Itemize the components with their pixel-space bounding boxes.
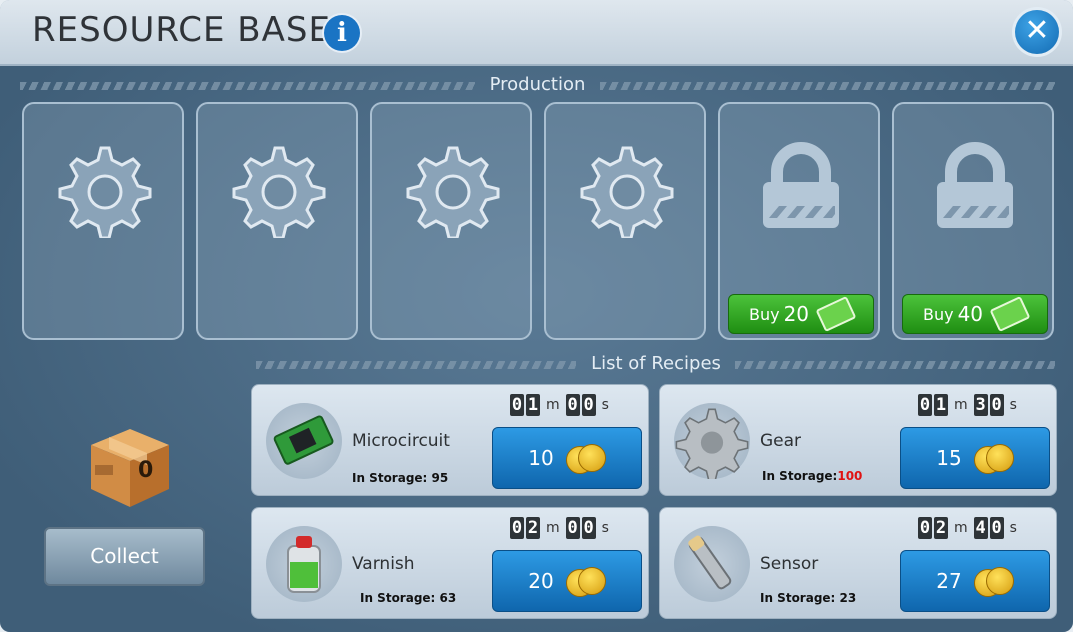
lock-icon [763, 142, 839, 228]
header-stripe [735, 361, 1055, 369]
recipe-name: Varnish [352, 554, 415, 574]
production-slot[interactable] [544, 102, 706, 340]
timer-digit: 0 [581, 394, 596, 416]
timer-unit: s [601, 520, 609, 536]
timer-unit: s [601, 397, 609, 413]
storage-label: In Storage: [360, 591, 436, 605]
locked-slot: Buy 40 [892, 102, 1054, 340]
production-label: Production [489, 74, 586, 95]
buy-slot-button[interactable]: Buy 40 [902, 294, 1048, 334]
timer-digit: 0 [510, 517, 524, 539]
price-value: 27 [936, 569, 962, 593]
timer-digit: 0 [510, 394, 524, 416]
gear-icon [674, 403, 750, 482]
recipe-card[interactable]: 0 1 m 3 0 s Gear In Storage:100 15 [659, 384, 1057, 496]
timer-digit: 0 [581, 517, 596, 539]
recipe-card[interactable]: 0 2 m 0 0 s Varnish In Storage: 63 20 [251, 507, 649, 619]
buy-slot-button[interactable]: Buy 20 [728, 294, 874, 334]
header-stripe [20, 82, 475, 90]
coins-icon [565, 444, 606, 474]
storage-value: 95 [431, 471, 449, 485]
window-title: RESOURCE BASE [32, 10, 331, 50]
cash-icon [815, 295, 857, 333]
locked-slot: Buy 20 [718, 102, 880, 340]
timer-digit: 0 [565, 394, 580, 416]
coins-icon [973, 567, 1014, 597]
buy-price: 20 [783, 302, 810, 326]
timer-unit: s [1009, 520, 1017, 536]
varnish-can-icon [266, 526, 342, 602]
price-value: 20 [528, 569, 554, 593]
header-stripe [600, 82, 1055, 90]
gear-icon [58, 146, 152, 238]
timer-unit: m [546, 397, 560, 413]
timer-digit: 0 [918, 517, 932, 539]
crate-icon [91, 429, 169, 507]
storage-label: In Storage: [762, 469, 838, 483]
timer-unit: m [546, 520, 560, 536]
recipe-storage: In Storage: 95 [352, 471, 448, 485]
timer-digit: 2 [934, 517, 948, 539]
storage-label: In Storage: [352, 471, 428, 485]
title-bar: RESOURCE BASE i ✕ [0, 0, 1073, 66]
timer-unit: m [954, 520, 968, 536]
timer-unit: m [954, 397, 968, 413]
recipe-timer: 0 2 m 4 0 s [918, 516, 1021, 540]
resource-base-window: RESOURCE BASE i ✕ Production Buy 20 Buy … [0, 0, 1073, 632]
timer-digit: 0 [989, 394, 1004, 416]
storage-label: In Storage: [760, 591, 836, 605]
timer-digit: 1 [934, 394, 948, 416]
timer-unit: s [1009, 397, 1017, 413]
buy-price: 40 [957, 302, 984, 326]
produce-button[interactable]: 10 [492, 427, 642, 489]
coins-icon [565, 567, 606, 597]
timer-digit: 2 [526, 517, 540, 539]
storage-value: 23 [839, 591, 857, 605]
info-icon[interactable]: i [324, 15, 360, 51]
cash-icon [989, 295, 1031, 333]
recipes-label: List of Recipes [591, 353, 721, 374]
buy-label: Buy [922, 304, 954, 324]
recipe-card[interactable]: 0 2 m 4 0 s Sensor In Storage: 23 27 [659, 507, 1057, 619]
price-value: 10 [528, 446, 554, 470]
timer-digit: 0 [989, 517, 1004, 539]
storage-value: 63 [439, 591, 457, 605]
close-button[interactable]: ✕ [1015, 10, 1059, 54]
timer-digit: 3 [973, 394, 988, 416]
production-slot[interactable] [196, 102, 358, 340]
recipe-storage: In Storage: 63 [360, 591, 456, 605]
gear-icon [580, 146, 674, 238]
gear-icon [232, 146, 326, 238]
recipe-card[interactable]: 0 1 m 0 0 s Microcircuit In Storage: 95 … [251, 384, 649, 496]
timer-digit: 4 [973, 517, 988, 539]
collect-count: 0 [138, 458, 154, 483]
produce-button[interactable]: 15 [900, 427, 1050, 489]
production-slot[interactable] [22, 102, 184, 340]
header-stripe [256, 361, 576, 369]
recipe-storage: In Storage:100 [762, 469, 862, 483]
recipe-name: Microcircuit [352, 431, 450, 451]
coins-icon [973, 444, 1014, 474]
sensor-icon [674, 526, 750, 602]
recipe-name: Gear [760, 431, 802, 451]
production-slot[interactable] [370, 102, 532, 340]
recipe-timer: 0 1 m 3 0 s [918, 393, 1021, 417]
buy-label: Buy [748, 304, 780, 324]
price-value: 15 [936, 446, 962, 470]
lock-icon [937, 142, 1013, 228]
recipe-timer: 0 1 m 0 0 s [510, 393, 613, 417]
recipe-name: Sensor [760, 554, 819, 574]
timer-digit: 0 [918, 394, 932, 416]
microcircuit-icon [266, 403, 342, 479]
collect-button[interactable]: Collect [44, 527, 205, 586]
produce-button[interactable]: 20 [492, 550, 642, 612]
recipe-timer: 0 2 m 0 0 s [510, 516, 613, 540]
timer-digit: 1 [526, 394, 540, 416]
produce-button[interactable]: 27 [900, 550, 1050, 612]
storage-value: 100 [837, 469, 863, 483]
gear-icon [406, 146, 500, 238]
timer-digit: 0 [565, 517, 580, 539]
recipe-storage: In Storage: 23 [760, 591, 856, 605]
